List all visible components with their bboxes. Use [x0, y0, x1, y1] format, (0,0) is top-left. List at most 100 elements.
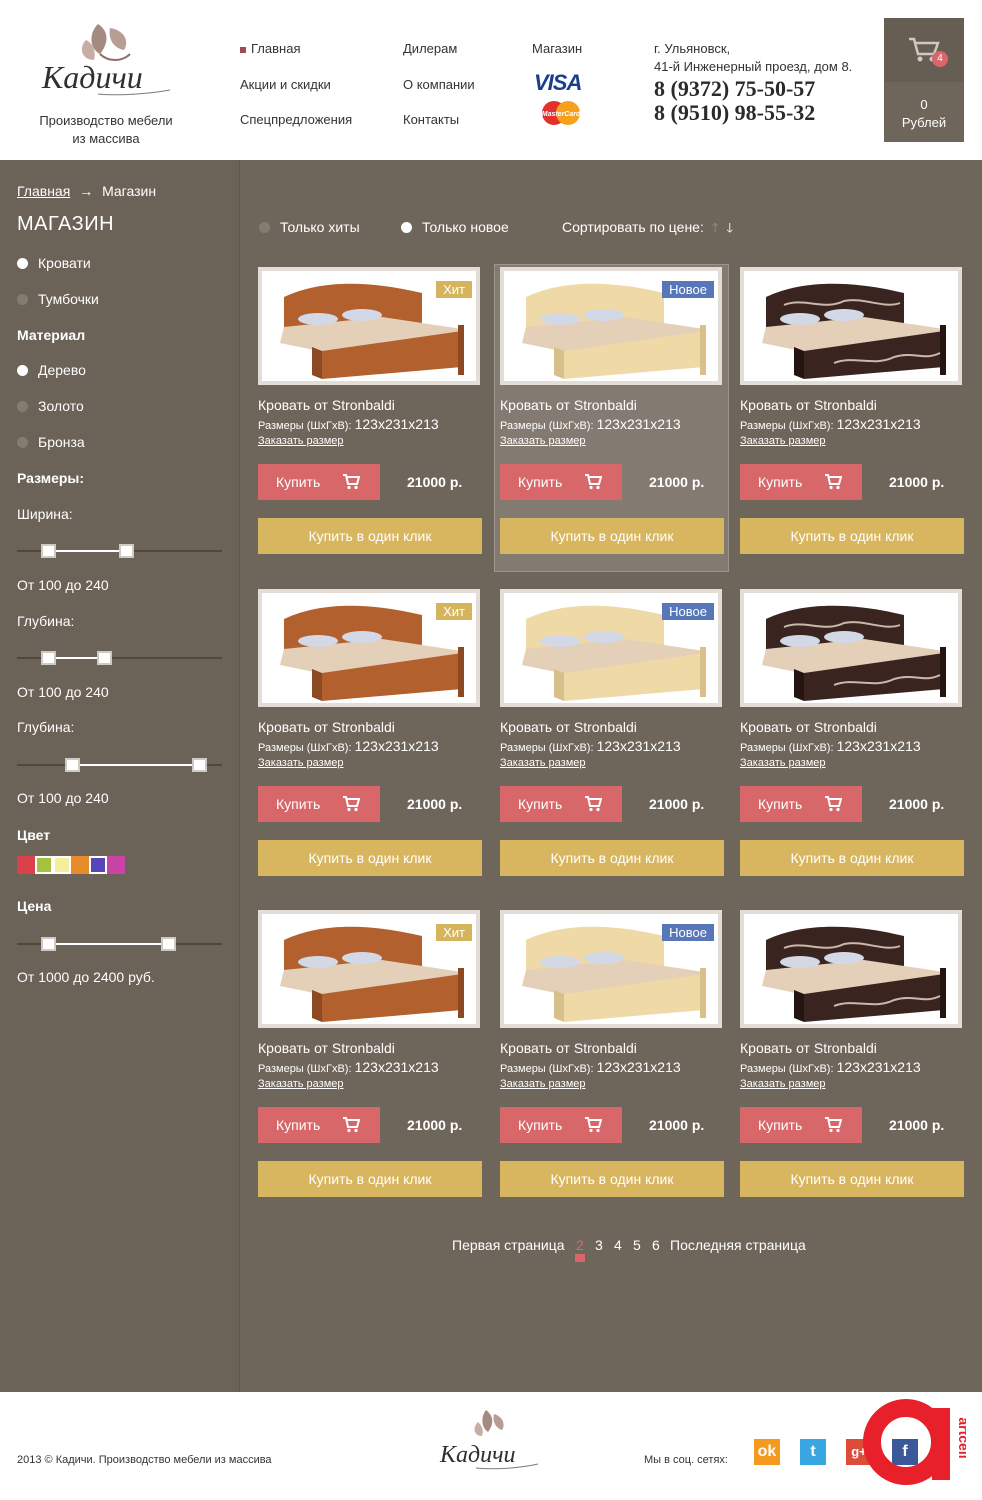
- slider-min-handle[interactable]: [65, 758, 80, 772]
- pagination-page-4[interactable]: 4: [614, 1237, 622, 1253]
- buy-one-click-button[interactable]: Купить в один клик: [740, 518, 964, 554]
- buy-button[interactable]: Купить: [258, 786, 380, 822]
- category-nightstands[interactable]: Тумбочки: [17, 291, 99, 307]
- order-size-link[interactable]: Заказать размер: [740, 1078, 826, 1090]
- width-slider[interactable]: [17, 543, 222, 559]
- order-size-link[interactable]: Заказать размер: [258, 757, 344, 769]
- slider-max-handle[interactable]: [119, 544, 134, 558]
- buy-one-click-button[interactable]: Купить в один клик: [258, 1161, 482, 1197]
- product-name[interactable]: Кровать от Stronbaldi: [258, 719, 395, 735]
- cart-widget[interactable]: 4 0 Рублей: [884, 18, 964, 142]
- filter-only-new[interactable]: Только новое: [401, 219, 509, 235]
- depth2-slider[interactable]: [17, 757, 222, 773]
- nav-about[interactable]: О компании: [403, 77, 475, 92]
- buy-one-click-button[interactable]: Купить в один клик: [740, 840, 964, 876]
- order-size-link[interactable]: Заказать размер: [500, 757, 586, 769]
- buy-one-click-button[interactable]: Купить в один клик: [500, 518, 724, 554]
- product-tag-badge: Новое: [662, 281, 714, 298]
- product-image[interactable]: Новое: [500, 910, 722, 1028]
- buy-button[interactable]: Купить: [258, 464, 380, 500]
- product-name[interactable]: Кровать от Stronbaldi: [740, 397, 877, 413]
- nav-promotions[interactable]: Акции и скидки: [240, 77, 331, 92]
- nav-special-offers[interactable]: Спецпредложения: [240, 112, 352, 127]
- color-heading: Цвет: [17, 827, 51, 843]
- buy-button[interactable]: Купить: [258, 1107, 380, 1143]
- breadcrumb-home-link[interactable]: Главная: [17, 183, 70, 199]
- slider-min-handle[interactable]: [41, 544, 56, 558]
- pagination-page-2[interactable]: 2: [576, 1237, 584, 1253]
- pagination-page-3[interactable]: 3: [595, 1237, 603, 1253]
- buy-one-click-button[interactable]: Купить в один клик: [500, 840, 724, 876]
- price-slider[interactable]: [17, 936, 222, 952]
- product-name[interactable]: Кровать от Stronbaldi: [500, 397, 637, 413]
- buy-button[interactable]: Купить: [740, 786, 862, 822]
- cart-icon-area[interactable]: 4: [884, 18, 964, 82]
- buy-one-click-button[interactable]: Купить в один клик: [258, 840, 482, 876]
- buy-one-click-button[interactable]: Купить в один клик: [258, 518, 482, 554]
- buy-button[interactable]: Купить: [500, 786, 622, 822]
- buy-button[interactable]: Купить: [740, 1107, 862, 1143]
- order-size-link[interactable]: Заказать размер: [258, 1078, 344, 1090]
- color-swatch-red[interactable]: [17, 856, 35, 874]
- color-swatch-cream[interactable]: [53, 856, 71, 874]
- pagination-last[interactable]: Последняя страница: [670, 1237, 806, 1253]
- product-name[interactable]: Кровать от Stronbaldi: [500, 1040, 637, 1056]
- footer-logo[interactable]: Кадичи: [436, 1404, 542, 1482]
- slider-min-handle[interactable]: [41, 651, 56, 665]
- nav-home[interactable]: Главная: [240, 41, 300, 56]
- order-size-link[interactable]: Заказать размер: [500, 1078, 586, 1090]
- product-image[interactable]: Хит: [258, 910, 480, 1028]
- product-name[interactable]: Кровать от Stronbaldi: [740, 1040, 877, 1056]
- product-name[interactable]: Кровать от Stronbaldi: [258, 1040, 395, 1056]
- buy-button[interactable]: Купить: [500, 1107, 622, 1143]
- nav-shop[interactable]: Магазин: [532, 41, 582, 56]
- product-image[interactable]: [740, 267, 962, 385]
- color-swatch-orange[interactable]: [71, 856, 89, 874]
- pagination-page-6[interactable]: 6: [652, 1237, 660, 1253]
- product-image[interactable]: Хит: [258, 267, 480, 385]
- product-image[interactable]: [740, 910, 962, 1028]
- category-beds[interactable]: Кровати: [17, 255, 91, 271]
- buy-one-click-button[interactable]: Купить в один клик: [500, 1161, 724, 1197]
- product-name[interactable]: Кровать от Stronbaldi: [740, 719, 877, 735]
- slider-max-handle[interactable]: [97, 651, 112, 665]
- product-image[interactable]: Новое: [500, 589, 722, 707]
- color-swatch-green[interactable]: [35, 856, 53, 874]
- nav-contacts[interactable]: Контакты: [403, 112, 459, 127]
- product-image[interactable]: Новое: [500, 267, 722, 385]
- arrow-up-icon[interactable]: 🡑: [712, 219, 719, 241]
- pagination-first[interactable]: Первая страница: [452, 1237, 565, 1253]
- buy-button[interactable]: Купить: [740, 464, 862, 500]
- order-size-link[interactable]: Заказать размер: [500, 435, 586, 447]
- product-image[interactable]: [740, 589, 962, 707]
- nav-dealers[interactable]: Дилерам: [403, 41, 457, 56]
- arrow-down-icon[interactable]: 🡓: [726, 219, 733, 241]
- color-swatch-purple[interactable]: [89, 856, 107, 874]
- material-gold[interactable]: Золото: [17, 398, 84, 414]
- order-size-link[interactable]: Заказать размер: [740, 757, 826, 769]
- odnoklassniki-icon[interactable]: ok: [754, 1439, 780, 1465]
- pagination-page-5[interactable]: 5: [633, 1237, 641, 1253]
- visa-logo: VISA: [534, 70, 582, 95]
- slider-max-handle[interactable]: [192, 758, 207, 772]
- product-name[interactable]: Кровать от Stronbaldi: [258, 397, 395, 413]
- filter-only-hits[interactable]: Только хиты: [259, 219, 360, 235]
- slider-min-handle[interactable]: [41, 937, 56, 951]
- twitter-icon[interactable]: t: [800, 1439, 826, 1465]
- buy-button[interactable]: Купить: [500, 464, 622, 500]
- product-size-value: 123x231x213: [354, 1059, 439, 1075]
- buy-one-click-button[interactable]: Купить в один клик: [740, 1161, 964, 1197]
- logo[interactable]: Кадичи: [38, 14, 178, 114]
- color-swatch-magenta[interactable]: [107, 856, 125, 874]
- slider-max-handle[interactable]: [161, 937, 176, 951]
- mastercard-label: MasterCard: [542, 111, 581, 118]
- slider-range: [73, 764, 200, 766]
- depth-slider[interactable]: [17, 650, 222, 666]
- product-name[interactable]: Кровать от Stronbaldi: [500, 719, 637, 735]
- order-size-link[interactable]: Заказать размер: [258, 435, 344, 447]
- order-size-link[interactable]: Заказать размер: [740, 435, 826, 447]
- material-wood[interactable]: Дерево: [17, 362, 86, 378]
- material-bronze[interactable]: Бронза: [17, 434, 85, 450]
- product-image[interactable]: Хит: [258, 589, 480, 707]
- product-price: 21000 р.: [407, 1117, 463, 1133]
